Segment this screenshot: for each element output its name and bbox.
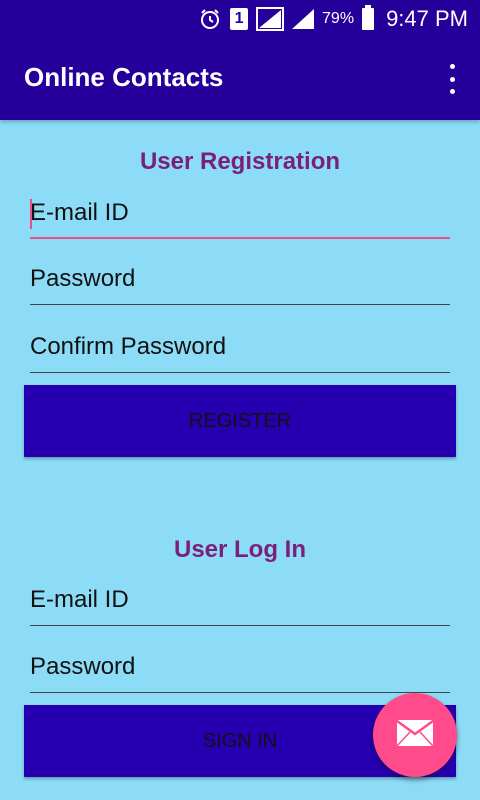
mail-icon [396,719,434,751]
signal-icon [256,7,285,31]
field-underline [30,304,450,305]
app-bar: Online Contacts [0,38,480,120]
sim-icon: 1 [230,8,249,30]
field-underline [30,372,450,373]
status-bar: 1 79% 9:47 PM [0,0,480,38]
signal-icon [292,9,315,29]
dot [449,89,455,94]
field-underline [30,625,450,626]
alarm-icon [198,7,222,31]
field-underline [30,692,450,693]
login-email-input[interactable] [30,580,450,620]
dot [449,76,455,82]
battery-icon [362,5,375,30]
text-cursor [30,199,32,229]
compose-fab[interactable] [373,693,457,777]
registration-title: User Registration [139,148,341,175]
register-password-field[interactable] [30,259,450,305]
field-underline [30,237,450,239]
register-password-input[interactable] [30,259,450,299]
confirm-password-field[interactable] [30,327,450,373]
app-title: Online Contacts [24,62,224,92]
register-button[interactable]: REGISTER [24,385,456,457]
battery-percent: 79% [322,10,355,27]
more-vert-icon[interactable] [442,64,462,94]
dot [449,64,455,69]
login-email-field[interactable] [30,580,450,626]
register-email-input[interactable] [30,193,450,233]
status-icons: 1 79% 9:47 PM [198,0,468,38]
login-password-field[interactable] [30,647,450,693]
confirm-password-input[interactable] [30,327,450,367]
login-title: User Log In [173,536,306,563]
login-password-input[interactable] [30,647,450,687]
clock: 9:47 PM [386,6,468,31]
register-email-field[interactable] [30,193,450,239]
